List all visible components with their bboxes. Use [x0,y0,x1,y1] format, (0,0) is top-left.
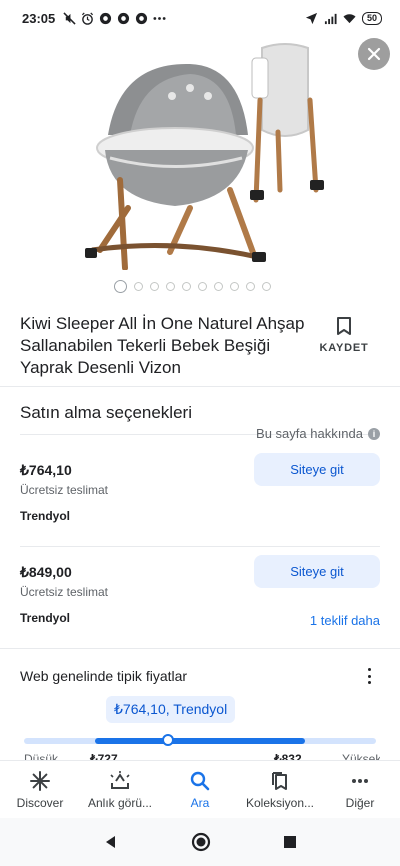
typical-price-range-fill [95,738,305,744]
purchase-options-title: Satın alma seçenekleri [20,403,192,422]
product-title: Kiwi Sleeper All İn One Naturel Ahşap Sa… [20,314,305,377]
carousel-dot[interactable] [114,280,127,293]
status-right-icons: 50 [305,11,382,25]
carousel-dot[interactable] [198,282,207,291]
status-bar: 23:05 50 [0,0,400,36]
about-this-page-label: Bu sayfa hakkında [256,426,363,441]
carousel-dot[interactable] [166,282,175,291]
about-this-page-link[interactable]: Bu sayfa hakkında i [256,426,380,441]
back-icon[interactable] [103,834,119,850]
close-icon [367,47,381,61]
nav-search[interactable]: Ara [160,761,240,818]
current-price-marker [162,734,174,746]
bottom-navigation: Discover Anlık görü... Ara Koleksiyon...… [0,760,400,818]
nav-snapshot[interactable]: Anlık görü... [80,761,160,818]
carousel-dot[interactable] [262,282,271,291]
more-horizontal-icon [349,770,371,792]
divider [0,386,400,387]
recents-icon[interactable] [283,835,297,849]
snapshot-icon [109,770,131,792]
battery-icon: 50 [361,11,382,25]
nav-collections-label: Koleksiyon... [245,795,315,810]
more-dots-icon [153,16,166,20]
divider [20,546,380,547]
bassinet-illustration [85,63,266,270]
carousel-dot[interactable] [150,282,159,291]
carousel-dot[interactable] [182,282,191,291]
visit-site-button[interactable]: Siteye git [254,555,380,588]
close-button[interactable] [358,38,390,70]
nav-discover-label: Discover [16,795,64,810]
nav-search-label: Ara [190,795,210,810]
info-icon: i [368,427,380,440]
signal-icon [324,13,337,24]
carousel-dot[interactable] [230,282,239,291]
folded-bassinet-illustration [250,43,324,203]
more-offers-link[interactable]: 1 teklif daha [310,613,380,628]
status-left-icons [63,11,166,25]
typical-prices-title: Web genelinde tipik fiyatlar [20,668,188,684]
collections-icon [269,770,291,792]
navigation-icon [305,12,318,24]
carousel-dot[interactable] [214,282,223,291]
carousel-dot[interactable] [246,282,255,291]
system-navigation-bar [0,818,400,866]
carousel-dot[interactable] [134,282,143,291]
wifi-icon [343,13,356,23]
product-image[interactable] [80,40,330,270]
status-time: 23:05 [22,10,56,26]
discover-asterisk-icon [29,770,51,792]
image-carousel-indicator[interactable] [114,280,271,293]
offer-row: ₺764,10 Ücretsiz teslimat Trendyol Sitey… [20,453,380,523]
more-options-icon[interactable] [364,666,374,686]
nav-collections[interactable]: Koleksiyon... [240,761,320,818]
nav-snapshot-label: Anlık görü... [87,795,153,810]
nav-more-label: Diğer [345,795,375,810]
nav-discover[interactable]: Discover [0,761,80,818]
save-label: KAYDET [319,342,369,354]
section-separator [0,648,400,649]
chrome-icon [118,12,130,24]
chrome-icon [100,12,112,24]
chrome-icon [136,12,148,24]
alarm-icon [82,12,94,25]
bookmark-icon [337,317,351,335]
search-icon [189,770,211,792]
save-button[interactable]: KAYDET [318,316,370,354]
home-icon[interactable] [191,832,211,852]
price-marker-label: ₺764,10, Trendyol [106,696,236,723]
mute-icon [63,11,76,25]
visit-site-button[interactable]: Siteye git [254,453,380,486]
nav-more[interactable]: Diğer [320,761,400,818]
offer-store: Trendyol [20,509,71,523]
